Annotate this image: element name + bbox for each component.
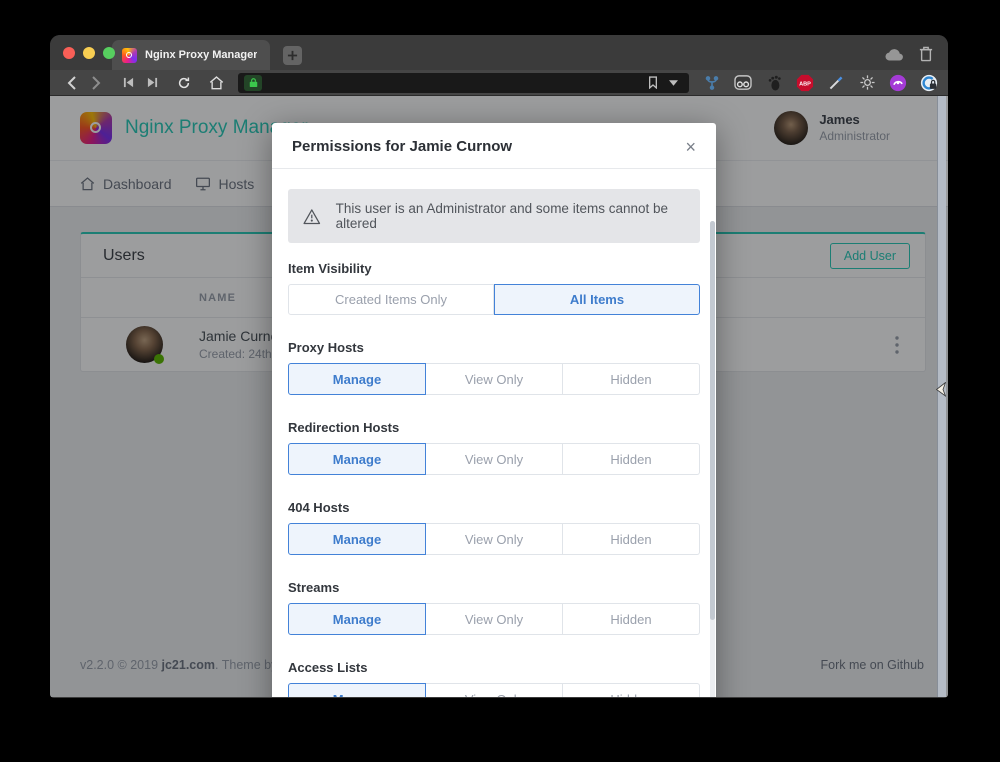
- modal-scrollbar[interactable]: [710, 221, 715, 697]
- permissions-modal: Permissions for Jamie Curnow × This user…: [272, 123, 716, 697]
- warning-triangle-icon: [303, 208, 321, 225]
- redirection-hosts-hidden[interactable]: Hidden: [563, 443, 700, 475]
- 404-hosts-section: 404 Hosts Manage View Only Hidden: [288, 500, 700, 555]
- window-zoom-button[interactable]: [103, 47, 115, 59]
- streams-label: Streams: [288, 580, 700, 595]
- proxy-hosts-section: Proxy Hosts Manage View Only Hidden: [288, 340, 700, 395]
- access-lists-label: Access Lists: [288, 660, 700, 675]
- bookmark-dropdown-caret[interactable]: [663, 72, 683, 94]
- item-visibility-group: Created Items Only All Items: [288, 284, 700, 315]
- modal-header: Permissions for Jamie Curnow ×: [272, 123, 716, 169]
- extension-gear-icon[interactable]: [858, 74, 876, 92]
- back-button[interactable]: [60, 72, 84, 94]
- extension-toolbar: ABP: [703, 74, 938, 92]
- redirection-hosts-label: Redirection Hosts: [288, 420, 700, 435]
- streams-hidden[interactable]: Hidden: [563, 603, 700, 635]
- extension-adblock-plus-icon[interactable]: ABP: [796, 74, 814, 92]
- redirection-hosts-manage[interactable]: Manage: [288, 443, 426, 475]
- redirection-hosts-group: Manage View Only Hidden: [288, 443, 700, 475]
- abp-label: ABP: [799, 81, 811, 87]
- browser-toolbar: ABP: [50, 70, 948, 96]
- npm-favicon-icon: [122, 48, 137, 63]
- option-all-items[interactable]: All Items: [494, 284, 700, 315]
- plus-icon: [287, 50, 298, 61]
- forward-button[interactable]: [84, 72, 108, 94]
- item-visibility-section: Item Visibility Created Items Only All I…: [288, 261, 700, 315]
- access-lists-view-only[interactable]: View Only: [426, 683, 563, 697]
- proxy-hosts-hidden[interactable]: Hidden: [563, 363, 700, 395]
- 404-hosts-label: 404 Hosts: [288, 500, 700, 515]
- browser-tab-active[interactable]: Nginx Proxy Manager: [112, 40, 270, 70]
- extension-goggles-icon[interactable]: [734, 74, 752, 92]
- modal-title: Permissions for Jamie Curnow: [292, 138, 512, 155]
- extension-fork-icon[interactable]: [703, 74, 721, 92]
- proxy-hosts-label: Proxy Hosts: [288, 340, 700, 355]
- proxy-hosts-manage[interactable]: Manage: [288, 363, 426, 395]
- admin-warning-text: This user is an Administrator and some i…: [336, 201, 685, 231]
- url-bar[interactable]: [238, 73, 689, 93]
- new-tab-button[interactable]: [283, 46, 302, 65]
- 404-hosts-hidden[interactable]: Hidden: [563, 523, 700, 555]
- tab-title: Nginx Proxy Manager: [145, 49, 257, 61]
- extension-purple-badge-icon[interactable]: [889, 74, 907, 92]
- skip-to-end-button[interactable]: [140, 72, 164, 94]
- ssl-lock-icon[interactable]: [244, 75, 262, 91]
- streams-section: Streams Manage View Only Hidden: [288, 580, 700, 635]
- refresh-icon[interactable]: [172, 72, 196, 94]
- bookmark-icon[interactable]: [643, 72, 663, 94]
- streams-group: Manage View Only Hidden: [288, 603, 700, 635]
- desktop-background: Nginx Proxy Manager: [0, 0, 1000, 762]
- 404-hosts-view-only[interactable]: View Only: [426, 523, 563, 555]
- home-icon[interactable]: [204, 72, 228, 94]
- extension-proxy-lock-icon[interactable]: [920, 74, 938, 92]
- browser-window: Nginx Proxy Manager: [50, 35, 948, 698]
- extension-gnome-foot-icon[interactable]: [765, 74, 783, 92]
- 404-hosts-manage[interactable]: Manage: [288, 523, 426, 555]
- window-controls: [63, 47, 115, 59]
- window-close-button[interactable]: [63, 47, 75, 59]
- page-viewport: Nginx Proxy Manager James Administrator …: [50, 96, 948, 697]
- access-lists-group: Manage View Only Hidden: [288, 683, 700, 697]
- redirection-hosts-section: Redirection Hosts Manage View Only Hidde…: [288, 420, 700, 475]
- mouse-cursor: [936, 382, 946, 402]
- item-visibility-label: Item Visibility: [288, 261, 700, 276]
- modal-close-button[interactable]: ×: [685, 140, 696, 154]
- trash-icon[interactable]: [919, 46, 933, 62]
- 404-hosts-group: Manage View Only Hidden: [288, 523, 700, 555]
- redirection-hosts-view-only[interactable]: View Only: [426, 443, 563, 475]
- admin-warning-alert: This user is an Administrator and some i…: [288, 189, 700, 243]
- extension-pen-icon[interactable]: [827, 74, 845, 92]
- proxy-hosts-group: Manage View Only Hidden: [288, 363, 700, 395]
- modal-body: This user is an Administrator and some i…: [272, 169, 716, 697]
- streams-manage[interactable]: Manage: [288, 603, 426, 635]
- option-created-items-only[interactable]: Created Items Only: [288, 284, 494, 315]
- skip-to-start-button[interactable]: [116, 72, 140, 94]
- window-minimize-button[interactable]: [83, 47, 95, 59]
- tabbar-right-controls: [885, 46, 948, 70]
- browser-tab-bar: Nginx Proxy Manager: [50, 35, 948, 70]
- streams-view-only[interactable]: View Only: [426, 603, 563, 635]
- proxy-hosts-view-only[interactable]: View Only: [426, 363, 563, 395]
- access-lists-section: Access Lists Manage View Only Hidden: [288, 660, 700, 697]
- access-lists-hidden[interactable]: Hidden: [563, 683, 700, 697]
- access-lists-manage[interactable]: Manage: [288, 683, 426, 697]
- cloud-sync-icon[interactable]: [885, 48, 904, 61]
